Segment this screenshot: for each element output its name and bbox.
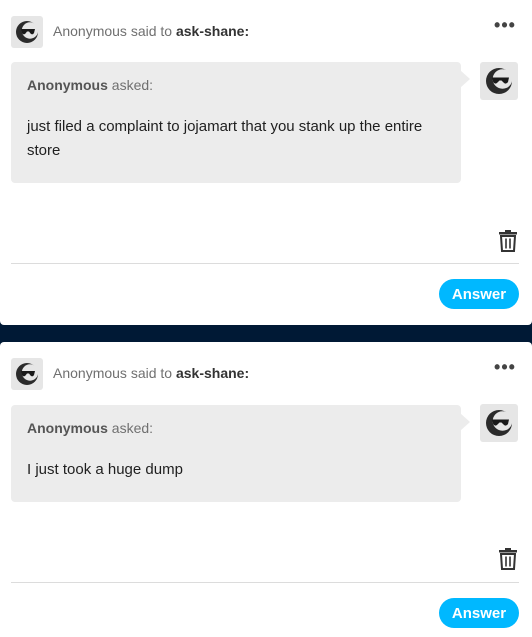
question-text: just filed a complaint to jojamart that … xyxy=(27,118,423,159)
question-bubble: Anonymous asked: just filed a complaint … xyxy=(11,62,470,183)
message-header: Anonymous said to ask-shane: xyxy=(53,23,249,39)
sunglasses-avatar-icon xyxy=(486,410,513,436)
answer-button[interactable]: Answer xyxy=(439,598,519,628)
answer-button[interactable]: Answer xyxy=(439,279,519,309)
more-options-icon[interactable]: ••• xyxy=(493,16,517,38)
more-options-icon[interactable]: ••• xyxy=(493,358,517,380)
asker-line: Anonymous asked: xyxy=(27,77,445,93)
sender-avatar[interactable] xyxy=(11,358,43,390)
sunglasses-avatar-icon xyxy=(486,68,513,94)
asked-text: asked: xyxy=(111,420,154,436)
sender-name: Anonymous xyxy=(53,365,127,381)
delete-trash-icon[interactable] xyxy=(498,230,518,252)
sender-name: Anonymous xyxy=(53,23,127,39)
asker-name: Anonymous xyxy=(27,77,108,93)
recipient-avatar[interactable] xyxy=(480,62,518,100)
question-text: I just took a huge dump xyxy=(27,461,183,478)
asker-line: Anonymous asked: xyxy=(27,420,445,436)
recipient-avatar[interactable] xyxy=(480,404,518,442)
sunglasses-avatar-icon xyxy=(16,363,39,385)
asker-name: Anonymous xyxy=(27,420,108,436)
divider xyxy=(11,263,519,264)
said-to-text: said to xyxy=(130,365,173,381)
said-to-text: said to xyxy=(130,23,173,39)
sunglasses-avatar-icon xyxy=(16,21,39,43)
sender-avatar[interactable] xyxy=(11,16,43,48)
recipient-name[interactable]: ask-shane: xyxy=(176,365,249,381)
divider xyxy=(11,582,519,583)
ask-message-card: Anonymous said to ask-shane: ••• Anonymo… xyxy=(0,342,532,637)
message-header: Anonymous said to ask-shane: xyxy=(53,365,249,381)
question-bubble: Anonymous asked: I just took a huge dump xyxy=(11,405,470,502)
delete-trash-icon[interactable] xyxy=(498,548,518,570)
recipient-name[interactable]: ask-shane: xyxy=(176,23,249,39)
ask-message-card: Anonymous said to ask-shane: ••• Anonymo… xyxy=(0,0,532,325)
asked-text: asked: xyxy=(111,77,154,93)
